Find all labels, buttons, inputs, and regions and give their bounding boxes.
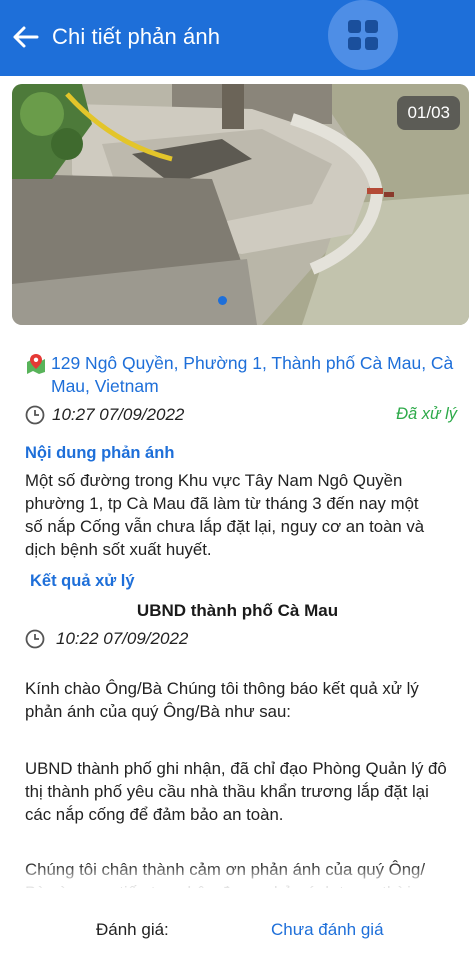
address-line: 129 Ngô Quyền, Phường 1, Thành phố Cà Ma… (51, 353, 454, 373)
handling-organization: UBND thành phố Cà Mau (136, 601, 339, 620)
paragraph-line: các nắp cống để đảm bảo an toàn. (25, 805, 284, 824)
menu-button[interactable] (328, 0, 398, 70)
rating-bar: Đánh giá: Chưa đánh giá (0, 888, 475, 968)
address-row: 129 Ngô Quyền, Phường 1, Thành phố Cà Ma… (25, 352, 455, 398)
status-badge: Đã xử lý (396, 405, 457, 423)
result-section-title: Kết quả xử lý (30, 572, 135, 590)
result-time-row: 10:22 07/09/2022 (25, 627, 188, 651)
rate-button[interactable]: Chưa đánh giá (271, 920, 384, 940)
report-photo[interactable]: 01/03 (12, 84, 469, 325)
result-paragraph-2: UBND thành phố ghi nhận, đã chỉ đạo Phòn… (25, 757, 470, 826)
clock-icon (25, 405, 45, 425)
clock-icon (25, 629, 45, 649)
arrow-left-icon (13, 26, 39, 48)
rating-label: Đánh giá: (96, 920, 169, 939)
report-address[interactable]: 129 Ngô Quyền, Phường 1, Thành phố Cà Ma… (51, 352, 453, 398)
content-line: số nắp Cống vẫn chưa lắp đặt lại, nguy c… (25, 517, 425, 536)
paragraph-line: thị thành phố yêu cầu nhà thầu khẩn trươ… (25, 782, 429, 801)
carousel-indicator[interactable] (218, 296, 227, 305)
paragraph-line: phản ánh của quý Ông/Bà như sau: (25, 702, 291, 721)
report-time: 10:27 07/09/2022 (52, 405, 185, 424)
app-bar: Chi tiết phản ánh (0, 0, 475, 76)
content-line: phường 1, tp Cà Mau đã làm từ tháng 3 đế… (25, 494, 419, 513)
page-title: Chi tiết phản ánh (52, 24, 221, 49)
image-counter: 01/03 (397, 96, 460, 130)
grid-icon (348, 20, 378, 50)
paragraph-line: Chúng tôi chân thành cảm ơn phản ánh của… (25, 860, 426, 879)
content-line: Một số đường trong Khu vực Tây Nam Ngô Q… (25, 471, 403, 490)
paragraph-line: UBND thành phố ghi nhận, đã chỉ đạo Phòn… (25, 759, 447, 778)
content-section-title: Nội dung phản ánh (25, 444, 175, 462)
report-time-row: 10:27 07/09/2022 Đã xử lý (25, 403, 459, 427)
back-button[interactable] (8, 20, 42, 54)
address-line: Mau, Vietnam (51, 376, 159, 396)
report-content: Một số đường trong Khu vực Tây Nam Ngô Q… (25, 469, 465, 561)
content-line: dịch bệnh sốt xuất huyết. (25, 540, 212, 559)
map-pin-icon (27, 354, 45, 374)
result-paragraph-1: Kính chào Ông/Bà Chúng tôi thông báo kết… (25, 677, 470, 723)
paragraph-line: Kính chào Ông/Bà Chúng tôi thông báo kết… (25, 679, 419, 698)
result-time: 10:22 07/09/2022 (56, 629, 189, 648)
